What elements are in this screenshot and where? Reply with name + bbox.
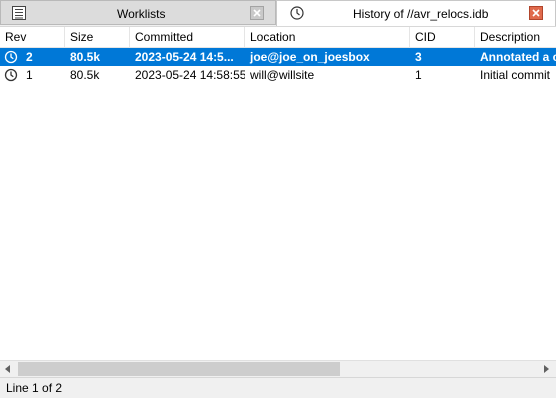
cell-cid: 3 [415, 50, 422, 64]
horizontal-scrollbar[interactable] [0, 360, 556, 377]
scroll-left-icon[interactable] [0, 361, 17, 377]
column-size[interactable]: Size [65, 27, 130, 47]
cell-location: will@willsite [250, 68, 315, 82]
table-row[interactable]: 2 80.5k 2023-05-24 14:5... joe@joe_on_jo… [0, 48, 556, 66]
close-icon[interactable] [529, 6, 543, 20]
status-text: Line 1 of 2 [6, 381, 63, 395]
tab-history-label: History of //avr_relocs.idb [353, 7, 489, 21]
cell-size: 80.5k [70, 68, 100, 82]
scrollbar-thumb[interactable] [18, 362, 340, 376]
column-cid[interactable]: CID [410, 27, 475, 47]
column-location[interactable]: Location [245, 27, 410, 47]
history-list[interactable]: Rev Size Committed Location CID Descript… [0, 26, 556, 361]
tab-worklists[interactable]: Worklists [0, 0, 276, 25]
cell-description: Annotated a c [480, 50, 556, 64]
tab-history[interactable]: History of //avr_relocs.idb [276, 0, 556, 26]
status-bar: Line 1 of 2 [0, 377, 556, 398]
column-committed[interactable]: Committed [130, 27, 245, 47]
cell-description: Initial commit [480, 68, 551, 82]
clock-icon [289, 5, 305, 21]
tab-bar: Worklists History of //avr_relocs.idb [0, 0, 556, 26]
column-header: Rev Size Committed Location CID Descript… [0, 27, 556, 48]
list-icon [11, 5, 27, 21]
scroll-right-icon[interactable] [539, 361, 556, 377]
column-rev[interactable]: Rev [0, 27, 65, 47]
cell-cid: 1 [415, 68, 422, 82]
cell-committed: 2023-05-24 14:5... [135, 50, 234, 64]
cell-committed: 2023-05-24 14:58:55 [135, 68, 245, 82]
column-description[interactable]: Description [475, 27, 556, 47]
table-row[interactable]: 1 80.5k 2023-05-24 14:58:55 will@willsit… [0, 66, 556, 84]
cell-size: 80.5k [70, 50, 101, 64]
cell-rev: 2 [26, 50, 33, 64]
cell-rev: 1 [26, 68, 33, 82]
tab-worklists-label: Worklists [117, 7, 166, 21]
close-icon[interactable] [250, 6, 264, 20]
cell-location: joe@joe_on_joesbox [250, 50, 370, 64]
